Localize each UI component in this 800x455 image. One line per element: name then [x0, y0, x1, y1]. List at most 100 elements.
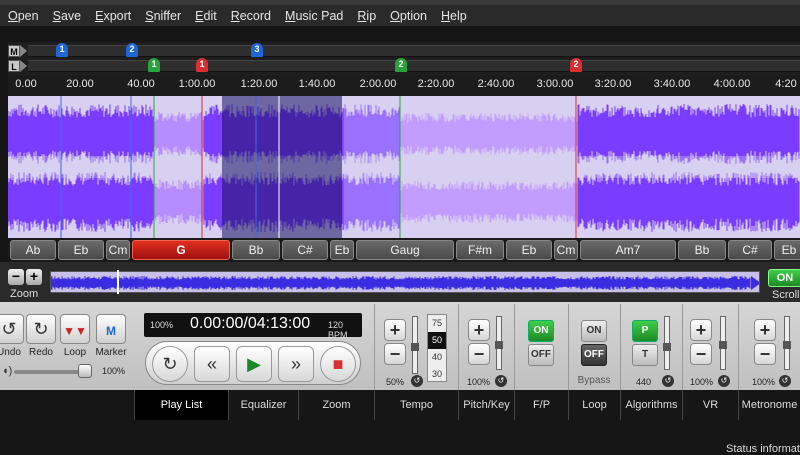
undo-button[interactable]: ↺: [0, 314, 24, 344]
redo-button[interactable]: ↻: [26, 314, 56, 344]
chord-gaug[interactable]: Gaug: [356, 240, 454, 260]
tab-metronome[interactable]: Metronome: [738, 390, 800, 420]
marker-blue-1[interactable]: 1: [56, 43, 68, 57]
pitch-slider[interactable]: [495, 316, 503, 370]
tempo-preset-option[interactable]: 75: [428, 315, 446, 332]
timeline-tick: 2:20.00: [417, 78, 455, 90]
stop-button[interactable]: ■: [320, 346, 356, 382]
replay-button[interactable]: ↻: [152, 346, 188, 382]
tempo-slider-thumb[interactable]: [411, 343, 419, 351]
vr-slider[interactable]: [719, 316, 727, 370]
fast-forward-button[interactable]: »: [278, 346, 314, 382]
chord-eb[interactable]: Eb: [774, 240, 800, 260]
marker-blue-2[interactable]: 2: [126, 43, 138, 57]
menu-rip[interactable]: Rip: [349, 9, 382, 23]
tempo-preset-option-selected[interactable]: 50: [428, 332, 446, 349]
menu-music-pad[interactable]: Music Pad: [277, 9, 349, 23]
menu-help[interactable]: Help: [433, 9, 473, 23]
pitch-increase-button[interactable]: +: [468, 319, 490, 341]
tempo-slider[interactable]: [411, 316, 419, 374]
marker-blue-3[interactable]: 3: [251, 43, 263, 57]
marker-row-track[interactable]: [28, 45, 800, 57]
loop-off-button[interactable]: OFF: [581, 344, 607, 366]
metronome-increase-button[interactable]: +: [754, 319, 776, 341]
chord-eb[interactable]: Eb: [330, 240, 354, 260]
vr-increase-button[interactable]: +: [690, 319, 712, 341]
chord-eb[interactable]: Eb: [506, 240, 552, 260]
tab-vr[interactable]: VR: [682, 390, 738, 420]
scroll-toggle[interactable]: ON: [768, 269, 800, 287]
overview-playhead[interactable]: [117, 270, 119, 294]
chord-f-sharp-m[interactable]: F#m: [456, 240, 504, 260]
algorithm-slider[interactable]: [663, 316, 671, 370]
loop-row-track[interactable]: [28, 60, 800, 72]
tab-tempo[interactable]: Tempo: [374, 390, 458, 420]
pitch-reset-icon[interactable]: ↺: [495, 375, 507, 387]
fp-off-button[interactable]: OFF: [528, 344, 554, 366]
fast-forward-icon: »: [290, 354, 301, 374]
menu-export[interactable]: Export: [87, 9, 137, 23]
chord-bb[interactable]: Bb: [232, 240, 280, 260]
tab-algorithms[interactable]: Algorithms: [620, 390, 682, 420]
zoom-in-button[interactable]: +: [26, 269, 42, 285]
menu-option[interactable]: Option: [382, 9, 433, 23]
pitch-slider-thumb[interactable]: [495, 341, 503, 349]
pitch-decrease-button[interactable]: −: [468, 343, 490, 365]
tab-zoom[interactable]: Zoom: [298, 390, 374, 420]
vr-reset-icon[interactable]: ↺: [718, 375, 730, 387]
marker-green-1[interactable]: 1: [148, 58, 160, 72]
fp-on-button[interactable]: ON: [528, 320, 554, 342]
chord-c-sharp[interactable]: C#: [282, 240, 328, 260]
algorithm-reset-icon[interactable]: ↺: [662, 375, 674, 387]
tab-pitch-key[interactable]: Pitch/Key: [458, 390, 514, 420]
tab-equalizer[interactable]: Equalizer: [228, 390, 298, 420]
volume-thumb[interactable]: [78, 364, 92, 378]
algorithm-p-button[interactable]: P: [632, 320, 658, 342]
algorithm-t-button[interactable]: T: [632, 344, 658, 366]
metronome-slider-thumb[interactable]: [783, 341, 791, 349]
tab-play-list[interactable]: Play List: [134, 390, 228, 420]
redo-icon: ↻: [33, 319, 49, 339]
marker-green-2[interactable]: 2: [395, 58, 407, 72]
menu-record[interactable]: Record: [223, 9, 277, 23]
marker-button[interactable]: M: [96, 314, 126, 344]
tempo-preset-option[interactable]: 30: [428, 366, 446, 383]
loop-button[interactable]: ▼▼: [60, 314, 90, 344]
chord-eb[interactable]: Eb: [58, 240, 104, 260]
tab-fp[interactable]: F/P: [514, 390, 568, 420]
tempo-increase-button[interactable]: +: [384, 319, 406, 341]
vr-slider-thumb[interactable]: [719, 341, 727, 349]
menu-sniffer[interactable]: Sniffer: [137, 9, 187, 23]
timeline-tick: 4:00.00: [713, 78, 751, 90]
overview-track[interactable]: [50, 271, 760, 293]
algorithm-slider-thumb[interactable]: [663, 343, 671, 351]
marker-red-2[interactable]: 2: [570, 58, 582, 72]
chord-cm[interactable]: Cm: [554, 240, 578, 260]
chord-am7[interactable]: Am7: [580, 240, 676, 260]
menu-edit[interactable]: Edit: [187, 9, 223, 23]
tempo-decrease-button[interactable]: −: [384, 343, 406, 365]
tempo-reset-icon[interactable]: ↺: [411, 375, 423, 387]
chord-cm[interactable]: Cm: [106, 240, 130, 260]
chord-g-active[interactable]: G: [132, 240, 230, 260]
zoom-out-button[interactable]: −: [8, 269, 24, 285]
timeline-ruler[interactable]: 0.00 20.00 40.00 1:00.00 1:20.00 1:40.00…: [8, 76, 800, 96]
chord-ab[interactable]: Ab: [10, 240, 56, 260]
marker-red-1[interactable]: 1: [196, 58, 208, 72]
tab-loop[interactable]: Loop: [568, 390, 620, 420]
chord-c-sharp[interactable]: C#: [728, 240, 772, 260]
tempo-preset-option[interactable]: 40: [428, 349, 446, 366]
menu-save[interactable]: Save: [45, 9, 88, 23]
status-text: Status informat: [726, 443, 800, 455]
metronome-slider[interactable]: [783, 316, 791, 370]
metronome-reset-icon[interactable]: ↺: [779, 375, 791, 387]
metronome-decrease-button[interactable]: −: [754, 343, 776, 365]
loop-on-button[interactable]: ON: [581, 320, 607, 342]
tempo-preset-list: 75 50 40 30: [427, 314, 447, 382]
menu-open[interactable]: Open: [0, 9, 45, 23]
play-button[interactable]: ▶: [236, 346, 272, 382]
chord-bb[interactable]: Bb: [678, 240, 726, 260]
rewind-button[interactable]: «: [194, 346, 230, 382]
waveform-display[interactable]: [8, 96, 800, 238]
vr-decrease-button[interactable]: −: [690, 343, 712, 365]
